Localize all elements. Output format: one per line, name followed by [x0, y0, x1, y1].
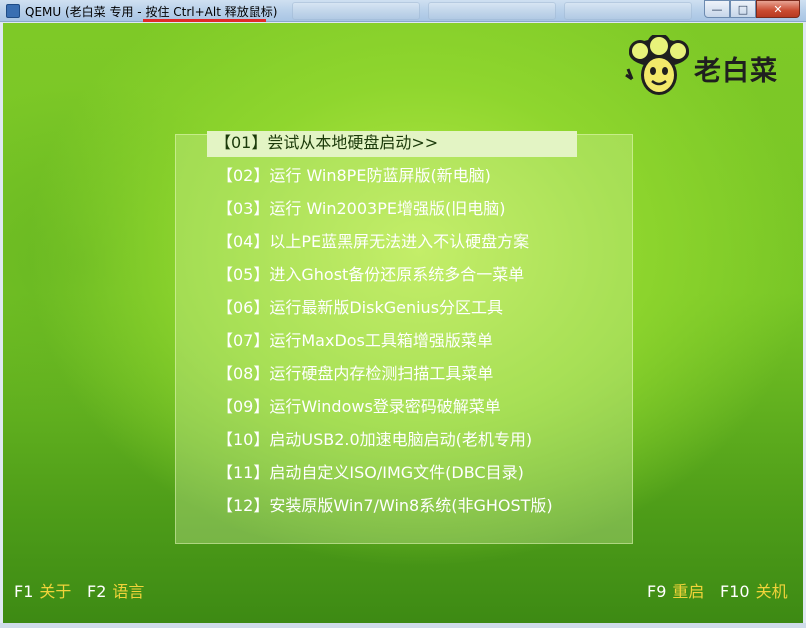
- window-controls: — □ ✕: [704, 0, 800, 18]
- menu-item-05[interactable]: 【05】进入Ghost备份还原系统多合一菜单: [209, 263, 579, 289]
- cabbage-mascot-icon: [625, 35, 689, 95]
- title-hint-underline: [143, 19, 266, 22]
- menu-item-02[interactable]: 【02】运行 Win8PE防蓝屏版(新电脑): [209, 164, 579, 190]
- menu-item-10[interactable]: 【10】启动USB2.0加速电脑启动(老机专用): [209, 428, 579, 454]
- f9-key: F9: [647, 582, 667, 601]
- menu-item-12[interactable]: 【12】安装原版Win7/Win8系统(非GHOST版): [209, 494, 579, 520]
- brand-name: 老白菜: [694, 56, 778, 87]
- f1-label: 关于: [39, 582, 72, 601]
- menu-item-09[interactable]: 【09】运行Windows登录密码破解菜单: [209, 395, 579, 421]
- f1-about-hint[interactable]: F1 关于: [14, 578, 71, 602]
- close-button[interactable]: ✕: [756, 0, 800, 18]
- ghost-tab: [292, 2, 420, 20]
- menu-item-07[interactable]: 【07】运行MaxDos工具箱增强版菜单: [209, 329, 579, 355]
- menu-item-06[interactable]: 【06】运行最新版DiskGenius分区工具: [209, 296, 579, 322]
- window-title: QEMU (老白菜 专用 - 按住 Ctrl+Alt 释放鼠标): [25, 3, 277, 20]
- menu-item-04[interactable]: 【04】以上PE蓝黑屏无法进入不认硬盘方案: [209, 230, 579, 256]
- background-taskbar-ghost: [292, 2, 692, 20]
- boot-menu-screen: 老白菜 【01】尝试从本地硬盘启动>> 【02】运行 Win8PE防蓝屏版(新电…: [3, 23, 803, 623]
- f2-label: 语言: [112, 582, 145, 601]
- f2-key: F2: [87, 582, 107, 601]
- window-titlebar[interactable]: QEMU (老白菜 专用 - 按住 Ctrl+Alt 释放鼠标) — □ ✕: [0, 0, 806, 22]
- f9-restart-hint[interactable]: F9 重启: [647, 578, 704, 602]
- f2-language-hint[interactable]: F2 语言: [87, 578, 144, 602]
- f10-shutdown-hint[interactable]: F10 关机: [720, 578, 788, 602]
- f10-label: 关机: [755, 582, 788, 601]
- ghost-tab: [428, 2, 556, 20]
- menu-item-11[interactable]: 【11】启动自定义ISO/IMG文件(DBC目录): [209, 461, 579, 487]
- f10-key: F10: [720, 582, 750, 601]
- maximize-button[interactable]: □: [730, 0, 756, 18]
- window-title-hint: - 按住 Ctrl+Alt 释放鼠标): [137, 5, 278, 19]
- boot-menu-panel: 【01】尝试从本地硬盘启动>> 【02】运行 Win8PE防蓝屏版(新电脑) 【…: [175, 131, 633, 544]
- f1-key: F1: [14, 582, 34, 601]
- f9-label: 重启: [672, 582, 705, 601]
- window-bottom-border: [0, 623, 806, 628]
- qemu-app-icon[interactable]: [6, 4, 20, 18]
- ghost-tab: [564, 2, 692, 20]
- menu-item-03[interactable]: 【03】运行 Win2003PE增强版(旧电脑): [209, 197, 579, 223]
- menu-item-08[interactable]: 【08】运行硬盘内存检测扫描工具菜单: [209, 362, 579, 388]
- menu-item-01[interactable]: 【01】尝试从本地硬盘启动>>: [207, 131, 577, 157]
- minimize-button[interactable]: —: [704, 0, 730, 18]
- brand-logo: 老白菜: [624, 35, 794, 99]
- window-title-app: QEMU (老白菜 专用: [25, 5, 138, 19]
